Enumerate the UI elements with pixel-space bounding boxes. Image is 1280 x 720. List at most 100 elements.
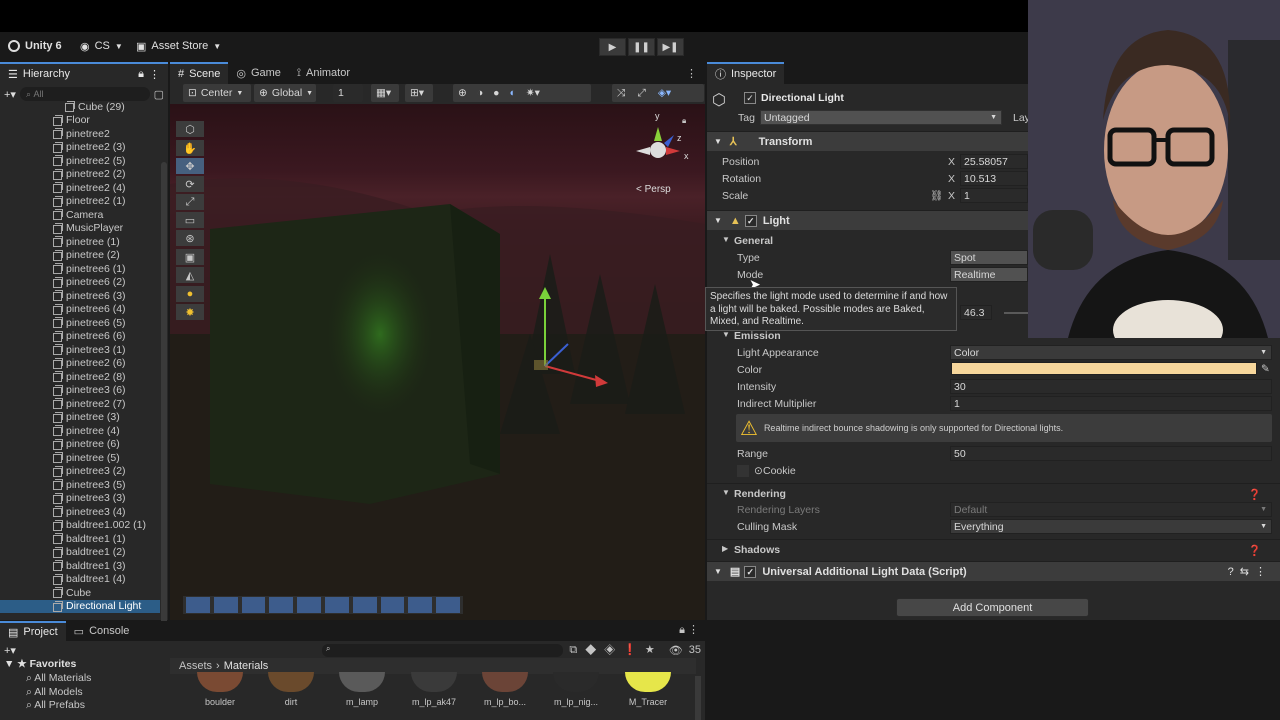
scale-x-field[interactable]: 1 [960,188,1028,203]
effects-icon[interactable]: ✷▾ [526,87,540,99]
script-enabled-checkbox[interactable]: ✓ [744,565,757,578]
overlay-tool-button[interactable] [213,597,238,613]
hierarchy-item[interactable]: pinetree3 (2) [0,465,168,479]
hierarchy-search-input[interactable]: ⌕ All [19,87,150,101]
tab-console[interactable]: ▭ Console [66,621,138,641]
breadcrumb-materials[interactable]: Materials [224,660,269,672]
favorite-item[interactable]: ⌕ All Models [26,686,83,699]
hierarchy-item[interactable]: pinetree2 (6) [0,357,168,371]
add-component-button[interactable]: Add Component [896,598,1089,617]
hierarchy-item[interactable]: pinetree (2) [0,249,168,263]
favorite-item[interactable]: ⌕ All Materials [26,672,91,685]
hierarchy-item[interactable]: pinetree (5) [0,451,168,465]
hierarchy-scrollbar[interactable] [161,162,167,632]
rect-tool-button[interactable]: ▭ [176,212,204,228]
hierarchy-item[interactable]: baldtree1 (1) [0,532,168,546]
hierarchy-item[interactable]: pinetree2 (7) [0,397,168,411]
tab-scene[interactable]: # Scene [170,62,229,84]
add-asset-button[interactable]: +▾ [4,644,16,657]
gizmos-icon[interactable]: ◈▾ [658,87,671,99]
hierarchy-item[interactable]: baldtree1 (2) [0,546,168,560]
chevron-right-icon[interactable]: ▶ [722,544,728,553]
shaded-icon[interactable]: ◑ [477,87,483,99]
type-dropdown[interactable]: Spot [950,250,1028,265]
position-x-field[interactable]: 25.58057 [960,154,1028,169]
link-icon[interactable]: ⛓ [930,189,943,202]
asset-item-label[interactable]: m_lp_bo... [477,697,533,707]
scene-viewport[interactable] [170,104,705,620]
hierarchy-item[interactable]: pinetree3 (4) [0,505,168,519]
sphere-icon[interactable]: ● [493,87,499,99]
active-checkbox[interactable]: ✓ [744,92,756,104]
hierarchy-item[interactable]: pinetree2 [0,127,168,141]
eyedropper-icon[interactable]: ✎ [1261,363,1270,375]
hierarchy-item[interactable]: pinetree (6) [0,438,168,452]
cookie-slot[interactable] [737,465,749,477]
overlay-tool-button[interactable] [297,597,321,613]
breadcrumb-assets[interactable]: Assets [179,660,212,672]
space-dropdown[interactable]: ⊕ Global ▼ [254,84,316,102]
projection-label[interactable]: < Persp [636,184,671,195]
hierarchy-item[interactable]: pinetree3 (6) [0,384,168,398]
hand-tool-button[interactable]: ✋ [176,140,204,156]
hierarchy-item[interactable]: pinetree2 (1) [0,195,168,209]
hierarchy-item[interactable]: Directional Light [0,599,160,613]
object-name-field[interactable]: Directional Light [758,90,1028,106]
pause-button[interactable]: ❚❚ [628,38,655,56]
camera-off-icon[interactable]: ⤢ [637,87,645,100]
asset-item-label[interactable]: dirt [263,697,319,707]
visibility-icon[interactable]: ⤨ [617,87,625,100]
transform-tool-button[interactable]: ⊛ [176,230,204,246]
grid-toggle[interactable]: ⊞▾ [405,84,433,102]
lock-icon[interactable]: 🔒︎ ⋮ [673,623,705,641]
scale-tool-button[interactable]: ⤢ [176,194,204,210]
box-collider-button[interactable]: ▣ [176,249,204,265]
favorites-header[interactable]: ▼ ★ Favorites [4,658,76,670]
play-button[interactable]: ▶ [599,38,626,56]
hierarchy-item[interactable]: pinetree2 (5) [0,154,168,168]
object-picker-icon[interactable]: ⊙ [754,465,763,477]
tag-dropdown[interactable]: Untagged ▼ [760,110,1002,125]
chevron-down-icon[interactable]: ▼ [722,488,730,497]
hierarchy-item[interactable]: pinetree3 (3) [0,492,168,506]
overlay-tool-button[interactable] [436,597,460,613]
component-menu-icons[interactable]: ?⇆⋮ [1228,565,1272,578]
indirect-multiplier-field[interactable]: 1 [950,396,1272,411]
culling-mask-dropdown[interactable]: Everything ▼ [950,519,1272,534]
general-foldout[interactable]: General [734,235,773,247]
scene-visibility-icon[interactable]: ▢ [154,88,164,101]
rendering-foldout[interactable]: Rendering [734,488,786,500]
hierarchy-item[interactable]: pinetree (1) [0,235,168,249]
hierarchy-item[interactable]: baldtree1 (3) [0,559,168,573]
view-tool-button[interactable]: ⬡ [176,121,204,137]
lock-icon[interactable]: 🔒︎ [138,68,144,81]
overlay-tool-button[interactable] [380,597,405,613]
help-icon[interactable]: ❓ [1248,488,1261,501]
hierarchy-item[interactable]: pinetree3 (1) [0,343,168,357]
tab-game[interactable]: ◎ Game [228,62,289,84]
hierarchy-item[interactable]: pinetree2 (4) [0,181,168,195]
hierarchy-item[interactable]: pinetree6 (4) [0,303,168,317]
light-appearance-dropdown[interactable]: Color ▼ [950,345,1272,360]
light-enabled-checkbox[interactable]: ✓ [744,214,757,227]
asset-item-label[interactable]: M_Tracer [620,697,676,707]
script-component-header[interactable]: ▼ ▤ ✓ Universal Additional Light Data (S… [707,561,1280,581]
favorite-item[interactable]: ⌕ All Prefabs [26,699,85,712]
hierarchy-item[interactable]: pinetree6 (3) [0,289,168,303]
terrain-button[interactable]: ◭ [176,267,204,283]
tab-inspector[interactable]: ⓘ Inspector [707,62,785,84]
gizmo-icon[interactable]: ⊕ [458,87,467,99]
overlay-tool-button[interactable] [186,597,210,613]
tab-hierarchy[interactable]: ☰ Hierarchy 🔒︎ ⋮ [0,62,168,84]
emission-foldout[interactable]: Emission [734,330,781,342]
hierarchy-item[interactable]: pinetree6 (1) [0,262,168,276]
overlay-tool-button[interactable] [324,597,349,613]
hierarchy-item[interactable]: Cube [0,586,168,600]
move-tool-button[interactable]: ✥ [176,158,204,174]
account-menu[interactable]: ◉ CS ▼ [80,38,123,54]
color-swatch[interactable] [951,362,1257,375]
mode-dropdown[interactable]: Realtime [950,267,1028,282]
lock-icon[interactable]: 🔒︎ [682,116,686,126]
more-icon[interactable]: ⋮ [149,68,160,81]
overlay-tool-button[interactable] [269,597,294,613]
